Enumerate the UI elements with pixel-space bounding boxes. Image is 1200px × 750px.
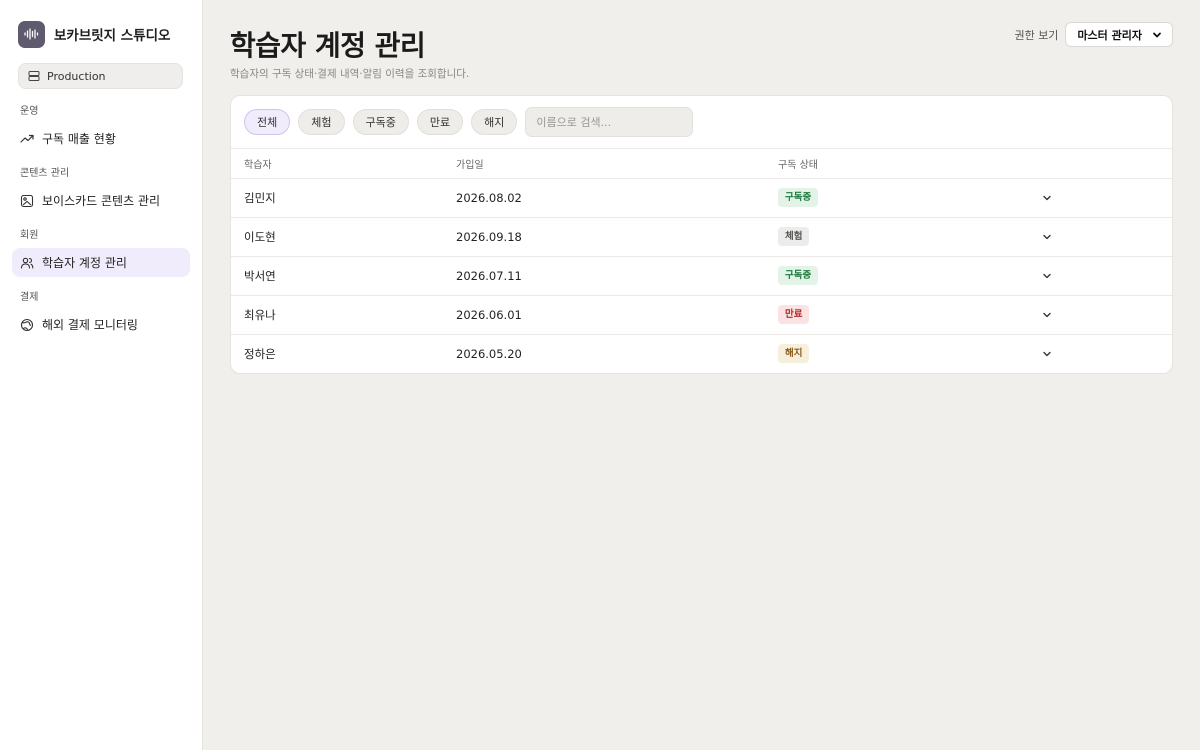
table-row[interactable]: 박서연 2026.07.11 구독중 (231, 256, 1172, 295)
users-icon (20, 256, 34, 270)
status-cell: 해지 (765, 334, 1026, 373)
page-title: 학습자 계정 관리 (230, 29, 426, 62)
chevron-down-icon[interactable] (1039, 190, 1055, 206)
status-badge: 체험 (778, 227, 810, 246)
environment-label: Production (47, 69, 106, 83)
chevron-down-icon[interactable] (1039, 229, 1055, 245)
page-subtitle: 학습자의 구독 상태·결제 내역·알림 이력을 조회합니다. (230, 68, 470, 80)
role-select[interactable]: 마스터 관리자 (1065, 22, 1173, 47)
nav-group-title: 결제 (20, 292, 39, 303)
learner-name: 김민지 (244, 190, 276, 205)
trending-up-icon (20, 132, 34, 146)
sidebar-item-subscription-revenue[interactable]: 구독 매출 현황 (12, 124, 190, 153)
joined-date: 2026.06.01 (456, 307, 522, 322)
sidebar-item-learner-accounts[interactable]: 학습자 계정 관리 (12, 248, 190, 277)
status-badge: 해지 (778, 344, 810, 364)
joined-date: 2026.07.11 (456, 268, 522, 283)
environment-switcher[interactable]: Production (18, 63, 183, 89)
nav-group-members: 회원 학습자 계정 관리 (12, 229, 190, 277)
sidebar-item-overseas-payments[interactable]: 해외 결제 모니터링 (12, 310, 190, 339)
column-header-expand (1026, 149, 1172, 178)
sidebar-item-label: 학습자 계정 관리 (42, 256, 127, 270)
brand[interactable]: 보카브릿지 스튜디오 (12, 20, 190, 48)
filter-chip-trial[interactable]: 체험 (298, 109, 345, 135)
expand-cell (1026, 178, 1172, 217)
column-header-joined[interactable]: 가입일 (443, 149, 765, 178)
learner-name: 이도현 (244, 229, 276, 244)
role-view: 권한 보기 마스터 관리자 (1014, 22, 1173, 47)
status-badge: 구독중 (778, 266, 819, 285)
expand-cell (1026, 295, 1172, 334)
nav-group-content: 콘텐츠 관리 보이스카드 콘텐츠 관리 (12, 167, 190, 215)
search-input[interactable] (525, 107, 694, 137)
waveform-icon (18, 20, 45, 48)
joined-date: 2026.08.02 (456, 190, 522, 205)
expand-cell (1026, 256, 1172, 295)
sidebar: 보카브릿지 스튜디오 Production 운영 구독 매출 현황 콘텐츠 관리 (0, 0, 203, 750)
chevron-down-icon[interactable] (1039, 268, 1055, 284)
filter-chip-cancelled[interactable]: 해지 (471, 109, 518, 135)
expand-cell (1026, 217, 1172, 256)
globe-icon (20, 318, 34, 332)
filter-bar: 전체 체험 구독중 만료 해지 (231, 96, 1172, 149)
status-cell: 구독중 (765, 256, 1026, 295)
status-cell: 만료 (765, 295, 1026, 334)
server-icon (27, 69, 41, 83)
sidebar-item-label: 보이스카드 콘텐츠 관리 (42, 194, 161, 208)
nav-group-title: 회원 (20, 230, 39, 241)
chevron-down-icon (1150, 28, 1164, 42)
card-image-icon (20, 194, 34, 208)
nav-group-operations: 운영 구독 매출 현황 (12, 105, 190, 153)
filter-chip-subscribed[interactable]: 구독중 (352, 109, 409, 135)
filter-chip-expired[interactable]: 만료 (416, 109, 464, 135)
learner-name: 정하은 (244, 346, 276, 361)
table-row[interactable]: 정하은 2026.05.20 해지 (231, 334, 1172, 373)
learner-name: 박서연 (244, 268, 276, 283)
sidebar-item-voicecard-content[interactable]: 보이스카드 콘텐츠 관리 (12, 186, 190, 215)
role-label: 권한 보기 (1014, 28, 1059, 42)
column-header-learner[interactable]: 학습자 (231, 149, 443, 178)
joined-date: 2026.05.20 (456, 346, 522, 361)
table-row[interactable]: 이도현 2026.09.18 체험 (231, 217, 1172, 256)
column-header-status[interactable]: 구독 상태 (765, 149, 1026, 178)
nav-group-title: 운영 (20, 106, 39, 117)
table-header-row: 학습자 가입일 구독 상태 (231, 149, 1172, 178)
filter-chip-all[interactable]: 전체 (244, 109, 291, 135)
learner-name: 최유나 (244, 307, 276, 322)
role-select-value: 마스터 관리자 (1077, 28, 1142, 42)
expand-cell (1026, 334, 1172, 373)
nav-group-title: 콘텐츠 관리 (20, 168, 70, 179)
table-row[interactable]: 김민지 2026.08.02 구독중 (231, 178, 1172, 217)
sidebar-item-label: 해외 결제 모니터링 (42, 318, 138, 332)
table-row[interactable]: 최유나 2026.06.01 만료 (231, 295, 1172, 334)
status-badge: 구독중 (778, 188, 819, 207)
chevron-down-icon[interactable] (1039, 346, 1055, 362)
nav-group-payments: 결제 해외 결제 모니터링 (12, 291, 190, 339)
brand-name: 보카브릿지 스튜디오 (54, 28, 171, 44)
joined-date: 2026.09.18 (456, 229, 522, 244)
status-cell: 구독중 (765, 178, 1026, 217)
status-badge: 만료 (778, 305, 810, 324)
learner-table: 학습자 가입일 구독 상태 김민지 2026.08.02 구독중 이도현 202… (231, 149, 1172, 373)
learner-table-card: 전체 체험 구독중 만료 해지 학습자 가입일 구독 상태 김민지 2026.0… (230, 95, 1173, 374)
main-content: 학습자 계정 관리 학습자의 구독 상태·결제 내역·알림 이력을 조회합니다.… (203, 0, 1200, 750)
sidebar-item-label: 구독 매출 현황 (42, 132, 116, 146)
chevron-down-icon[interactable] (1039, 307, 1055, 323)
status-cell: 체험 (765, 217, 1026, 256)
